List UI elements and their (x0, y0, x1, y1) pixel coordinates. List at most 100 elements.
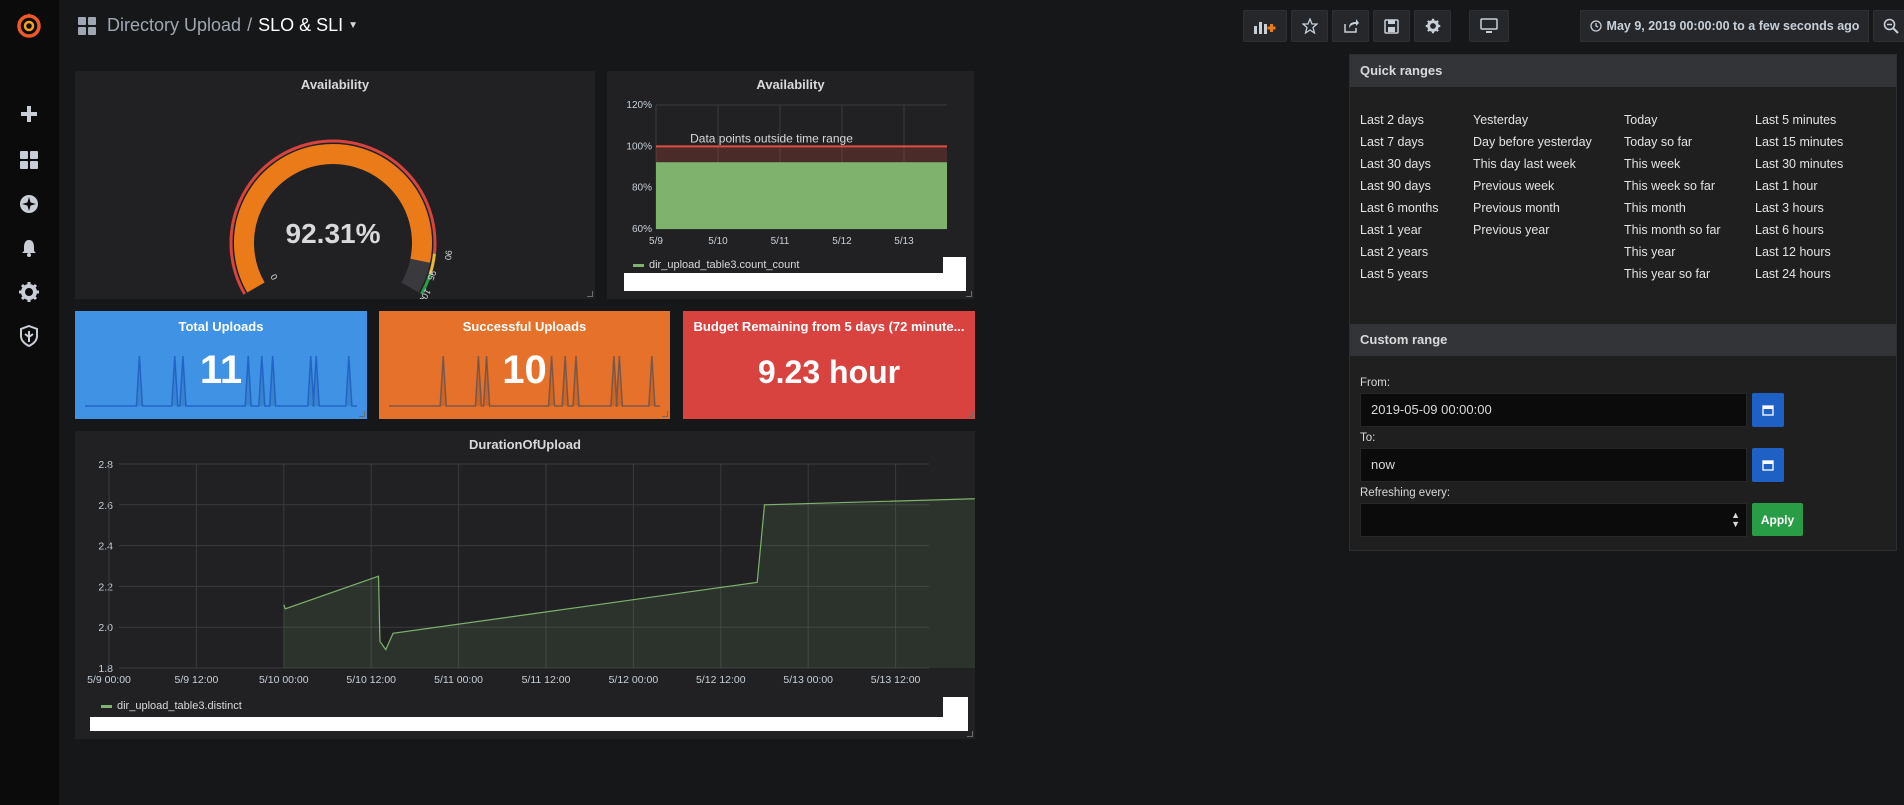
quick-range-item[interactable]: This day last week (1473, 153, 1592, 175)
clock-icon (1589, 20, 1602, 32)
to-label: To: (1360, 432, 1376, 444)
quick-range-item[interactable]: Today so far (1624, 131, 1721, 153)
quick-range-item[interactable]: Last 30 days (1360, 153, 1439, 175)
zoom-out-button[interactable] (1873, 10, 1904, 42)
quick-range-item[interactable]: Previous year (1473, 219, 1592, 241)
panel-resize-handle[interactable] (662, 411, 668, 417)
x-tick-label: 5/10 (708, 236, 728, 247)
quick-range-item[interactable]: Last 3 hours (1755, 197, 1843, 219)
configuration-gear-icon[interactable] (11, 274, 47, 310)
x-tick-label: 5/12 (832, 236, 852, 247)
gauge-chart: 0909510092.31% (229, 139, 454, 299)
grafana-logo-icon[interactable] (11, 8, 47, 44)
quick-range-item[interactable]: Last 1 hour (1755, 175, 1843, 197)
quick-range-item[interactable]: Previous week (1473, 175, 1592, 197)
quick-range-item[interactable]: Last 24 hours (1755, 263, 1843, 285)
panel-resize-handle[interactable] (359, 411, 365, 417)
breadcrumb[interactable]: Directory Upload / SLO & SLI ▼ (77, 15, 358, 36)
quick-range-item[interactable]: Previous month (1473, 197, 1592, 219)
duration-graph: 2.82.62.42.22.01.85/9 00:00 5/9 12:00 5/10… (87, 459, 975, 686)
panel-resize-handle[interactable] (966, 291, 972, 297)
quick-range-item[interactable]: This year so far (1624, 263, 1721, 285)
dashboard-settings-button[interactable] (1414, 10, 1451, 42)
y-tick-label: 100% (626, 141, 652, 152)
x-tick-label: 5/10 12:00 (346, 674, 396, 686)
time-range-label: May 9, 2019 00:00:00 to a few seconds ag… (1606, 19, 1860, 33)
legend-overflow-box (624, 273, 966, 291)
quick-range-item[interactable]: This year (1624, 241, 1721, 263)
save-dashboard-button[interactable] (1373, 10, 1410, 42)
share-dashboard-button[interactable] (1332, 10, 1369, 42)
quick-range-item[interactable]: This month so far (1624, 219, 1721, 241)
quick-range-item[interactable]: Last 7 days (1360, 131, 1439, 153)
panel-title[interactable]: Budget Remaining from 5 days (72 minute.… (683, 319, 975, 334)
select-arrows-icon: ▲ ▼ (1731, 510, 1740, 529)
quick-range-item[interactable]: Yesterday (1473, 109, 1592, 131)
star-dashboard-button[interactable] (1291, 10, 1328, 42)
y-tick-label: 60% (632, 224, 652, 235)
side-menu (0, 0, 59, 805)
panel-resize-handle[interactable] (587, 291, 593, 297)
quick-range-item[interactable]: Last 6 months (1360, 197, 1439, 219)
legend-scrollbar[interactable] (943, 257, 966, 291)
plus-icon[interactable] (11, 96, 47, 132)
star-icon (1301, 18, 1318, 34)
quick-range-item[interactable]: Last 12 hours (1755, 241, 1843, 263)
y-tick-label: 2.6 (98, 500, 113, 512)
availability-graph-panel: Availability 120% 100% 80% 60% 5/9 5/10 5/11 5/… (607, 71, 974, 299)
refresh-interval-select[interactable]: ▲ ▼ (1360, 503, 1747, 537)
quick-range-item[interactable]: Last 90 days (1360, 175, 1439, 197)
quick-range-item[interactable]: Last 6 hours (1755, 219, 1843, 241)
to-input[interactable]: now (1360, 448, 1747, 482)
quick-range-item[interactable]: Last 30 minutes (1755, 153, 1843, 175)
gauge-value: 92.31% (286, 218, 381, 249)
panel-title[interactable]: Successful Uploads (379, 319, 670, 334)
quick-ranges-column-4: Last 5 minutes Last 15 minutes Last 30 m… (1755, 109, 1843, 285)
panel-resize-handle[interactable] (967, 731, 973, 737)
quick-range-item[interactable]: Last 5 years (1360, 263, 1439, 285)
server-admin-shield-icon[interactable] (11, 318, 47, 354)
breadcrumb-folder[interactable]: Directory Upload (107, 15, 241, 36)
quick-range-item[interactable]: Last 2 years (1360, 241, 1439, 263)
explore-icon[interactable] (11, 186, 47, 222)
duration-graph-panel: DurationOfUpload 2.8 2.6 2.4 2.2 2.0 1.8 5/9 0… (75, 431, 975, 739)
share-icon (1343, 19, 1359, 33)
time-range-picker-button[interactable]: May 9, 2019 00:00:00 to a few seconds ag… (1580, 10, 1869, 42)
legend-item[interactable]: dir_upload_table3.count_count (633, 259, 799, 271)
quick-range-item[interactable]: Today (1624, 109, 1721, 131)
dashboards-icon[interactable] (11, 142, 47, 178)
quick-ranges-column-2: Yesterday Day before yesterday This day … (1473, 109, 1592, 241)
x-tick-label: 5/11 (771, 236, 790, 247)
view-mode-tv-button[interactable] (1469, 10, 1509, 42)
panel-resize-handle[interactable] (967, 411, 973, 417)
time-range-dropdown: Quick ranges Last 2 days Last 7 days Las… (1349, 54, 1897, 551)
y-tick-label: 80% (632, 183, 652, 194)
quick-range-item[interactable]: Day before yesterday (1473, 131, 1592, 153)
alerting-bell-icon[interactable] (11, 230, 47, 266)
y-tick-label: 2.4 (98, 541, 113, 553)
from-calendar-button[interactable] (1752, 393, 1784, 427)
refresh-label: Refreshing every: (1360, 487, 1451, 499)
x-tick-label: 5/9 00:00 (87, 674, 131, 686)
to-calendar-button[interactable] (1752, 448, 1784, 482)
panel-title[interactable]: Total Uploads (75, 319, 367, 334)
quick-range-item[interactable]: Last 15 minutes (1755, 131, 1843, 153)
legend-scrollbar[interactable] (943, 697, 968, 731)
quick-range-item[interactable]: Last 2 days (1360, 109, 1439, 131)
dashboard-grid-icon (78, 16, 96, 35)
quick-range-item[interactable]: Last 5 minutes (1755, 109, 1843, 131)
add-panel-button[interactable] (1243, 10, 1287, 42)
apply-button[interactable]: Apply (1752, 503, 1803, 536)
quick-range-item[interactable]: Last 1 year (1360, 219, 1439, 241)
quick-range-item[interactable]: This week so far (1624, 175, 1721, 197)
quick-range-item[interactable]: This week (1624, 153, 1721, 175)
add-panel-icon (1254, 22, 1276, 34)
quick-ranges-column-1: Last 2 days Last 7 days Last 30 days Las… (1360, 109, 1439, 285)
dashboard-title[interactable]: SLO & SLI (258, 15, 343, 36)
quick-range-item[interactable]: This month (1624, 197, 1721, 219)
calendar-icon (1762, 460, 1774, 471)
from-input[interactable]: 2019-05-09 00:00:00 (1360, 393, 1747, 427)
legend-item[interactable]: dir_upload_table3.distinct (101, 700, 242, 712)
caret-down-icon[interactable]: ▼ (348, 20, 358, 31)
x-tick-label: 5/12 00:00 (609, 674, 659, 686)
